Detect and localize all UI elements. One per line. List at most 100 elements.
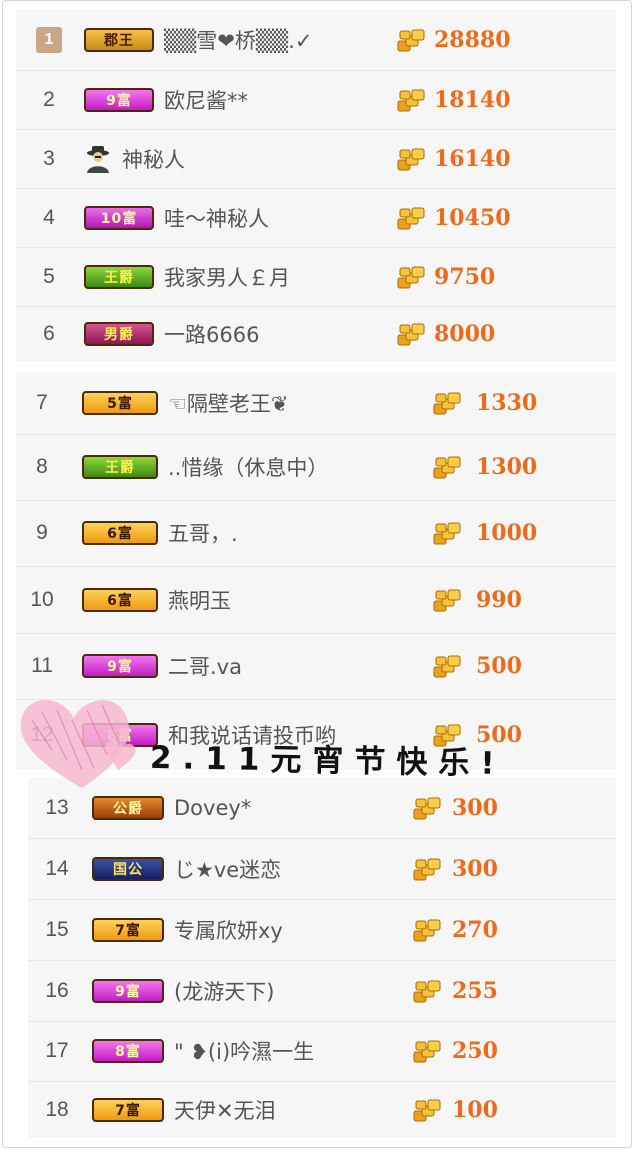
rank-title-badge: 6富 xyxy=(82,587,158,612)
gold-coin-icon xyxy=(412,1038,442,1064)
leaderboard-row[interactable]: 8 王爵 ..惜缘（休息中） 1300 xyxy=(16,434,616,501)
rank-number: 14 xyxy=(45,856,69,880)
coin-score: 250 xyxy=(452,1038,498,1064)
leaderboard-row[interactable]: 9 6富 五哥，. 1000 xyxy=(16,500,616,567)
gold-coin-icon xyxy=(396,321,426,347)
gold-coin-icon xyxy=(412,795,442,821)
coin-score: 300 xyxy=(452,855,498,882)
leaderboard-row[interactable]: 1 郡王 ▒▒雪❤桥▒▒.✓ 28880 xyxy=(16,10,616,71)
gold-coin-icon xyxy=(412,856,442,882)
rank-title-badge: 8富 xyxy=(92,1039,164,1063)
user-name[interactable]: 二哥.va xyxy=(168,651,242,681)
coin-score: 1300 xyxy=(476,454,538,480)
gold-coin-icon xyxy=(396,87,426,113)
user-name[interactable]: 五哥，. xyxy=(168,518,238,548)
coin-score: 255 xyxy=(452,977,498,1004)
rank-number: 3 xyxy=(43,146,55,170)
leaderboard-section-top: 1 郡王 ▒▒雪❤桥▒▒.✓ 28880 2 9富 欧尼酱** 18140 3 神秘人 16140 4… xyxy=(16,10,616,362)
rank-title-badge: 郡王 xyxy=(84,28,154,52)
leaderboard-row[interactable]: 17 8富 " ❥(i)吟濕一生 250 xyxy=(28,1021,616,1082)
rank-title-badge: 7富 xyxy=(92,1097,164,1122)
rank-title-badge: 男爵 xyxy=(84,322,154,346)
gold-coin-icon xyxy=(432,653,462,679)
coin-score: 500 xyxy=(476,653,522,679)
rank-title-badge: 王爵 xyxy=(84,264,154,289)
rank-number: 10 xyxy=(30,587,54,611)
gold-coin-icon xyxy=(396,146,426,172)
rank-title-badge: 国公 xyxy=(92,856,164,881)
rank-number: 9 xyxy=(36,521,48,544)
leaderboard-row[interactable]: 15 7富 专属欣妍xy 270 xyxy=(28,899,616,961)
user-name[interactable]: ..惜缘（休息中） xyxy=(168,452,328,482)
coin-score: 16140 xyxy=(434,145,511,172)
rank-number: 2 xyxy=(43,87,55,111)
user-name[interactable]: 哇～神秘人 xyxy=(164,203,269,233)
coin-score: 1330 xyxy=(476,390,538,416)
gold-coin-icon xyxy=(412,978,442,1004)
leaderboard-row[interactable]: 7 5富 ☜隔壁老王❦ 1330 xyxy=(16,372,616,435)
rank-number: 5 xyxy=(43,264,55,288)
coin-score: 28880 xyxy=(434,27,511,53)
user-name[interactable]: 神秘人 xyxy=(122,144,185,174)
rank-title-badge: 王爵 xyxy=(82,455,158,479)
gold-coin-icon xyxy=(412,1097,442,1123)
user-name[interactable]: 专属欣妍xy xyxy=(174,915,283,945)
leaderboard-row[interactable]: 6 男爵 一路6666 8000 xyxy=(16,306,616,362)
coin-score: 270 xyxy=(452,916,498,943)
gold-coin-icon xyxy=(396,264,426,290)
rank-number: 18 xyxy=(45,1097,69,1121)
coin-score: 9750 xyxy=(434,263,496,290)
lantern-festival-greeting: 2.11元宵节快乐! xyxy=(149,739,506,783)
coin-score: 10450 xyxy=(434,204,511,231)
rank-number: 16 xyxy=(45,978,69,1002)
leaderboard-row[interactable]: 18 7富 天伊✕无泪 100 xyxy=(28,1081,616,1138)
coin-score: 1000 xyxy=(476,520,538,546)
user-name[interactable]: じ★ve迷恋 xyxy=(174,854,281,884)
rank-title-badge: 9富 xyxy=(82,654,158,678)
user-name[interactable]: (龙游天下) xyxy=(174,976,274,1006)
rank-number: 4 xyxy=(43,205,55,229)
heart-decoration-icon xyxy=(20,699,136,788)
user-name[interactable]: 一路6666 xyxy=(164,319,259,349)
rank-number: 15 xyxy=(45,917,69,941)
coin-score: 8000 xyxy=(434,321,496,347)
rank-title-badge: 9富 xyxy=(92,978,164,1003)
user-name[interactable]: ☜隔壁老王❦ xyxy=(168,388,288,418)
gold-coin-icon xyxy=(432,520,462,546)
leaderboard-row[interactable]: 2 9富 欧尼酱** 18140 xyxy=(16,70,616,130)
coin-score: 18140 xyxy=(434,86,511,113)
user-name[interactable]: 燕明玉 xyxy=(168,585,231,615)
rank-title-badge: 7富 xyxy=(92,917,164,942)
user-name[interactable]: ▒▒雪❤桥▒▒.✓ xyxy=(164,25,312,55)
leaderboard-section-bottom: 13 公爵 Dovey* 300 14 国公 じ★ve迷恋 300 15 7富 专属欣妍xy 270 1… xyxy=(28,778,616,1138)
leaderboard-row[interactable]: 10 6富 燕明玉 990 xyxy=(16,566,616,634)
rank-number: 7 xyxy=(36,391,48,414)
rank-title-badge: 9富 xyxy=(84,87,154,112)
gold-coin-icon xyxy=(432,390,462,416)
rank-number: 11 xyxy=(31,654,53,677)
gold-coin-icon xyxy=(432,587,462,613)
leaderboard-row[interactable]: 3 神秘人 16140 xyxy=(16,129,616,189)
user-name[interactable]: 天伊✕无泪 xyxy=(174,1095,276,1125)
leaderboard-row[interactable]: 5 王爵 我家男人￡月 9750 xyxy=(16,247,616,307)
rank-title-badge: 5富 xyxy=(82,391,158,415)
user-name[interactable]: 欧尼酱** xyxy=(164,85,248,115)
rank-title-badge: 10富 xyxy=(84,205,154,230)
gold-coin-icon xyxy=(412,917,442,943)
leaderboard-row[interactable]: 4 10富 哇～神秘人 10450 xyxy=(16,188,616,248)
coin-score: 990 xyxy=(476,586,522,613)
gold-coin-icon xyxy=(396,205,426,231)
rank-number: 6 xyxy=(43,322,55,345)
gold-coin-icon xyxy=(396,27,426,53)
gold-coin-icon xyxy=(432,454,462,480)
coin-score: 100 xyxy=(452,1096,498,1123)
leaderboard-row[interactable]: 14 国公 じ★ve迷恋 300 xyxy=(28,838,616,900)
user-name[interactable]: 我家男人￡月 xyxy=(164,262,290,292)
rank-number: 1 xyxy=(36,27,62,53)
user-name[interactable]: Dovey* xyxy=(174,796,251,820)
user-name[interactable]: " ❥(i)吟濕一生 xyxy=(174,1036,314,1066)
leaderboard-row[interactable]: 16 9富 (龙游天下) 255 xyxy=(28,960,616,1022)
rank-title-badge: 6富 xyxy=(82,521,158,545)
coin-score: 300 xyxy=(452,795,498,821)
rank-number: 8 xyxy=(36,455,48,478)
